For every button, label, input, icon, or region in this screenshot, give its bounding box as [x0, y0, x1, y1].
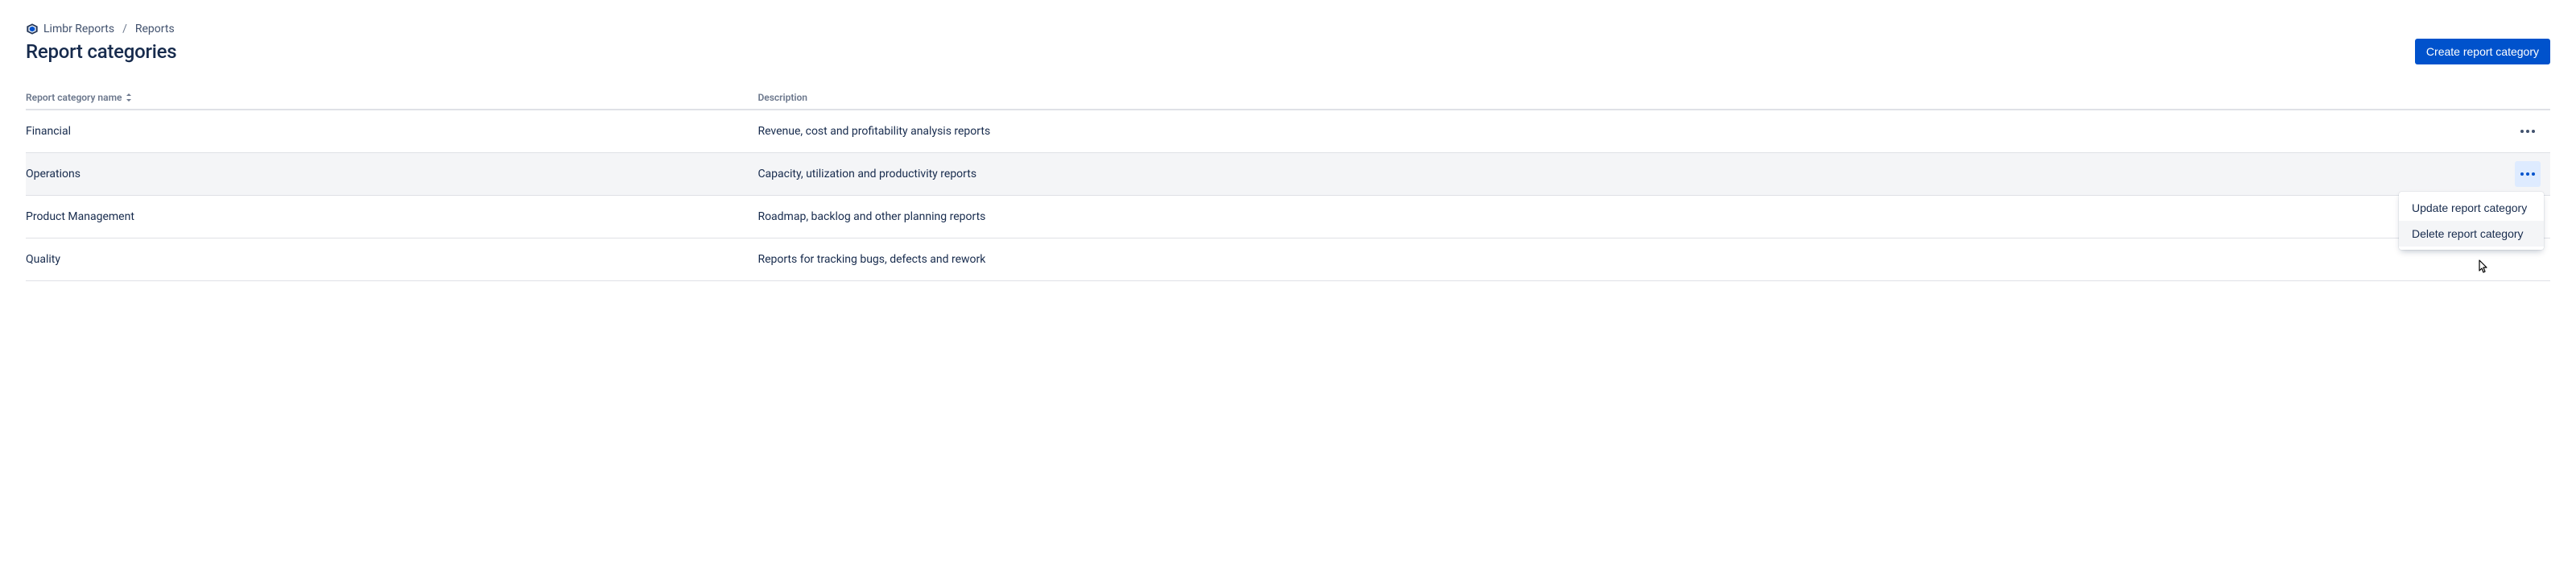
- report-categories-table: Report category name Description Financi…: [26, 87, 2550, 281]
- table-row: Operations Capacity, utilization and pro…: [26, 152, 2550, 195]
- page-title: Report categories: [26, 40, 176, 63]
- table-row: Financial Revenue, cost and profitabilit…: [26, 110, 2550, 153]
- menu-item-delete[interactable]: Delete report category: [2399, 221, 2544, 247]
- column-header-description-label: Description: [758, 92, 807, 103]
- page-header: Report categories Create report category: [26, 39, 2550, 64]
- cell-description: Roadmap, backlog and other planning repo…: [758, 195, 2502, 238]
- app-icon: [26, 23, 39, 35]
- column-header-description[interactable]: Description: [758, 87, 2502, 110]
- column-header-actions: [2502, 87, 2550, 110]
- breadcrumb-section-link[interactable]: Reports: [135, 23, 175, 35]
- cell-name: Financial: [26, 110, 758, 153]
- cell-name: Quality: [26, 238, 758, 280]
- row-actions-menu: Update report category Delete report cat…: [2399, 192, 2544, 250]
- column-header-name-label: Report category name: [26, 92, 122, 103]
- cell-description: Revenue, cost and profitability analysis…: [758, 110, 2502, 153]
- breadcrumb-app-label: Limbr Reports: [43, 23, 114, 35]
- create-report-category-button[interactable]: Create report category: [2415, 39, 2550, 64]
- sort-icon: [126, 93, 132, 104]
- breadcrumb-section-label: Reports: [135, 23, 175, 35]
- table-row: Product Management Roadmap, backlog and …: [26, 195, 2550, 238]
- breadcrumb-app-link[interactable]: Limbr Reports: [26, 23, 114, 35]
- cell-description: Reports for tracking bugs, defects and r…: [758, 238, 2502, 280]
- table-row: Quality Reports for tracking bugs, defec…: [26, 238, 2550, 280]
- breadcrumb: Limbr Reports / Reports: [26, 23, 2550, 35]
- cell-description: Capacity, utilization and productivity r…: [758, 152, 2502, 195]
- cell-name: Operations: [26, 152, 758, 195]
- row-actions-button[interactable]: [2515, 118, 2541, 144]
- cell-name: Product Management: [26, 195, 758, 238]
- column-header-name[interactable]: Report category name: [26, 87, 758, 110]
- row-actions-button[interactable]: [2515, 161, 2541, 187]
- menu-item-update[interactable]: Update report category: [2399, 195, 2544, 221]
- breadcrumb-separator: /: [122, 23, 127, 35]
